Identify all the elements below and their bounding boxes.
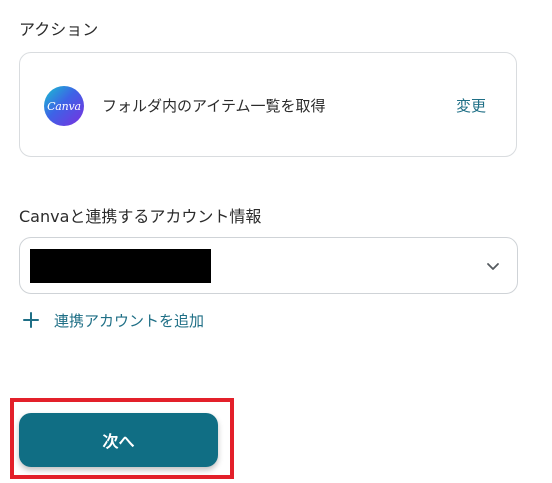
change-action-link[interactable]: 変更 bbox=[456, 95, 486, 116]
plus-icon bbox=[23, 312, 39, 328]
action-title: フォルダ内のアイテム一覧を取得 bbox=[102, 97, 326, 115]
canva-logo-icon: Canva bbox=[44, 86, 84, 126]
add-account-label: 連携アカウントを追加 bbox=[54, 311, 205, 330]
action-section-label: アクション bbox=[19, 20, 99, 39]
next-button[interactable]: 次へ bbox=[19, 413, 218, 467]
add-account-button[interactable]: 連携アカウントを追加 bbox=[22, 308, 204, 332]
account-select[interactable]: [redacted] bbox=[19, 237, 518, 294]
account-section-label: Canvaと連携するアカウント情報 bbox=[19, 207, 262, 226]
action-card: Canva フォルダ内のアイテム一覧を取得 変更 bbox=[19, 52, 517, 157]
chevron-down-icon bbox=[487, 263, 499, 270]
selected-account-value-redacted: [redacted] bbox=[30, 249, 211, 283]
